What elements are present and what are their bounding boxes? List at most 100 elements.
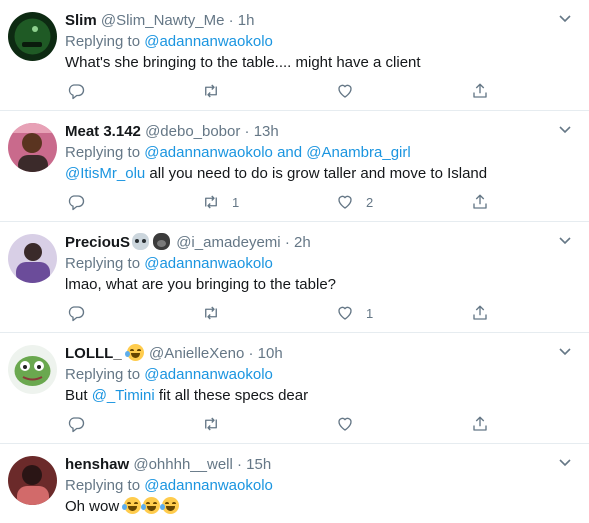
retweet-button[interactable] xyxy=(202,302,232,324)
tweet[interactable]: PreciouS @i_amadeyemi · 2h Replying to @… xyxy=(0,222,589,333)
tweet-text: lmao, what are you bringing to the table… xyxy=(65,276,337,293)
retweet-icon xyxy=(205,306,217,320)
share-button[interactable] xyxy=(471,191,489,213)
share-icon xyxy=(473,83,487,98)
share-button[interactable] xyxy=(471,302,489,324)
replying-to-label: Replying to xyxy=(65,366,141,383)
avatar[interactable] xyxy=(8,123,57,172)
tweet-text-prefix: But xyxy=(65,387,92,404)
like-count: 2 xyxy=(366,194,374,210)
timestamp[interactable]: 1h xyxy=(238,12,255,29)
user-handle[interactable]: @ohhhh__well xyxy=(133,456,232,473)
tweet-text-body: fit all these specs dear xyxy=(154,387,309,404)
tweet-text-body: all you need to do is grow taller and mo… xyxy=(145,165,488,182)
separator-dot: · xyxy=(284,234,290,251)
retweet-icon xyxy=(205,417,217,431)
reply-button[interactable] xyxy=(67,302,97,324)
separator-dot: · xyxy=(248,345,254,362)
replying-to-link[interactable]: @Anambra_girl xyxy=(306,144,410,161)
like-icon xyxy=(338,417,352,431)
caret-down-icon[interactable] xyxy=(559,347,571,357)
like-icon xyxy=(338,195,352,209)
like-icon xyxy=(338,84,352,98)
like-button[interactable] xyxy=(336,413,366,435)
replying-to-link[interactable]: @adannanwaokolo xyxy=(144,477,273,494)
timestamp[interactable]: 10h xyxy=(258,345,283,362)
caret-down-icon[interactable] xyxy=(559,125,571,135)
like-button[interactable]: 1 xyxy=(336,302,373,324)
face-with-tears-of-joy-emoji xyxy=(122,497,142,514)
replying-to-label: Replying to xyxy=(65,255,141,272)
timestamp[interactable]: 15h xyxy=(246,456,271,473)
mention-link[interactable]: @_Timini xyxy=(92,387,155,404)
tweet-text: But @_Timini fit all these specs dear xyxy=(65,385,549,406)
tweet[interactable]: henshaw @ohhhh__well · 15h Replying to @… xyxy=(0,444,589,523)
replying-to-label: Replying to xyxy=(65,33,141,50)
reply-icon xyxy=(68,417,85,433)
face-with-tears-of-joy-emoji xyxy=(141,497,161,514)
replying-to-link[interactable]: @adannanwaokolo xyxy=(144,144,273,161)
share-button[interactable] xyxy=(471,413,489,435)
replying-to-label: Replying to xyxy=(65,477,141,494)
display-name[interactable]: Slim xyxy=(65,12,97,29)
share-icon xyxy=(473,416,487,431)
avatar[interactable] xyxy=(8,234,57,283)
retweet-button[interactable] xyxy=(202,413,232,435)
retweet-count: 1 xyxy=(232,194,240,210)
replying-to-link[interactable]: @adannanwaokolo xyxy=(144,33,273,50)
separator-dot: · xyxy=(244,123,250,140)
separator-dot: · xyxy=(237,456,242,473)
separator-dot: · xyxy=(228,12,234,29)
retweet-button[interactable]: 1 xyxy=(202,191,239,213)
timestamp[interactable]: 13h xyxy=(254,123,279,140)
tweet-text-body: Oh wow xyxy=(65,498,124,515)
caret-down-icon[interactable] xyxy=(559,458,571,468)
caret-down-icon[interactable] xyxy=(559,236,571,246)
tweet-text: @ItisMr_olu all you need to do is grow t… xyxy=(65,163,549,184)
reply-button[interactable] xyxy=(67,191,97,213)
display-name[interactable]: LOLLL_ xyxy=(65,345,122,362)
share-icon xyxy=(473,305,487,320)
face-with-tears-of-joy-emoji xyxy=(124,344,144,361)
avatar[interactable] xyxy=(8,456,57,505)
tweet[interactable]: Meat 3.142 @debo_bobor · 13h Replying to… xyxy=(0,111,589,222)
display-name[interactable]: henshaw xyxy=(65,456,129,473)
replying-to-link[interactable]: @adannanwaokolo xyxy=(144,366,273,383)
user-handle[interactable]: @Slim_Nawty_Me xyxy=(101,12,225,29)
like-count: 1 xyxy=(366,305,374,321)
retweet-icon xyxy=(205,195,217,209)
like-icon xyxy=(338,306,352,320)
display-name[interactable]: Meat 3.142 xyxy=(65,123,141,140)
reply-feed: Slim @Slim_Nawty_Me · 1h Replying to @ad… xyxy=(0,0,589,523)
gorilla-emoji xyxy=(153,233,171,250)
reply-button[interactable] xyxy=(67,413,97,435)
face-with-tears-of-joy-emoji xyxy=(160,497,180,514)
tweet-text: Oh wow xyxy=(65,496,549,517)
skull-emoji xyxy=(132,233,150,250)
caret-down-icon[interactable] xyxy=(559,14,571,24)
like-button[interactable]: 2 xyxy=(336,191,373,213)
tweet[interactable]: Slim @Slim_Nawty_Me · 1h Replying to @ad… xyxy=(0,0,589,111)
display-name[interactable]: PreciouS xyxy=(65,234,130,251)
reply-icon xyxy=(68,306,85,322)
mention-link[interactable]: @ItisMr_olu xyxy=(65,165,145,182)
avatar[interactable] xyxy=(8,12,57,61)
share-icon xyxy=(473,194,487,209)
user-handle[interactable]: @i_amadeyemi xyxy=(176,234,280,251)
like-button[interactable] xyxy=(336,80,366,102)
avatar[interactable] xyxy=(8,345,57,394)
reply-icon xyxy=(68,195,85,211)
replying-to-label: Replying to xyxy=(65,144,141,161)
user-handle[interactable]: @AnielleXeno xyxy=(149,345,244,362)
user-handle[interactable]: @debo_bobor xyxy=(145,123,240,140)
tweet-text: What's she bringing to the table.... mig… xyxy=(65,54,421,71)
reply-button[interactable] xyxy=(67,80,97,102)
replying-to-link[interactable]: @adannanwaokolo xyxy=(144,255,273,272)
share-button[interactable] xyxy=(471,80,489,102)
tweet[interactable]: LOLLL_ @AnielleXeno · 10h Replying to @a… xyxy=(0,333,589,444)
retweet-button[interactable] xyxy=(202,80,232,102)
replying-to-conjunction[interactable]: and xyxy=(277,144,302,161)
retweet-icon xyxy=(205,84,217,98)
timestamp[interactable]: 2h xyxy=(294,234,311,251)
reply-icon xyxy=(68,84,85,100)
